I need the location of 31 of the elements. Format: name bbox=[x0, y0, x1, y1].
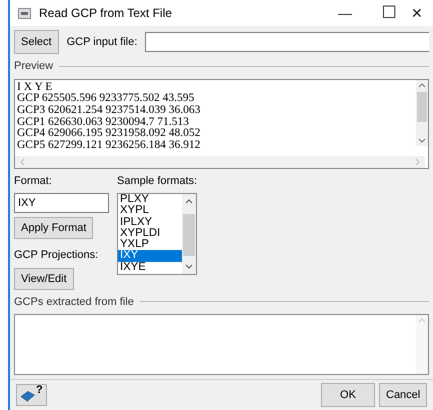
scrollbar[interactable] bbox=[15, 156, 425, 168]
book-icon bbox=[20, 388, 36, 402]
help-button[interactable]: ? bbox=[16, 384, 47, 406]
projections-label: GCP Projections: bbox=[14, 248, 100, 263]
scrollbar[interactable] bbox=[182, 194, 196, 274]
view-edit-button[interactable]: View/Edit bbox=[14, 268, 74, 290]
list-item[interactable]: YXLP bbox=[118, 239, 182, 250]
input-file-field[interactable] bbox=[145, 32, 429, 52]
cancel-button[interactable]: Cancel bbox=[379, 383, 427, 407]
group-label: Preview bbox=[14, 59, 54, 74]
format-label: Format: bbox=[14, 174, 53, 188]
select-button[interactable]: Select bbox=[14, 30, 59, 54]
list-item[interactable]: IXYE bbox=[118, 262, 182, 274]
apply-format-button[interactable]: Apply Format bbox=[14, 217, 94, 239]
input-file-label: GCP input file: bbox=[66, 34, 138, 50]
format-field[interactable]: IXY bbox=[14, 193, 109, 213]
list-item[interactable]: PLXY bbox=[118, 194, 182, 206]
close-button[interactable]: ✕ bbox=[411, 0, 433, 26]
scrollbar[interactable] bbox=[416, 315, 428, 374]
preview-text: I X Y E GCP 625505.596 9233775.502 43.595 GCP3 620621.254 9237514.039 36.063 GCP1 626630.063 9230094.7 71.513 GCP4 629066.195 9231958.092 48.052 GCP5 627299.121 9236256.184 36.912 bbox=[16, 80, 202, 154]
ok-button[interactable]: OK bbox=[321, 383, 375, 407]
list-item[interactable]: XYPL bbox=[118, 205, 182, 217]
list-item[interactable]: XYPLDI bbox=[118, 228, 182, 240]
maximize-button[interactable]: ☐ bbox=[367, 0, 411, 26]
window-title: Read GCP from Text File bbox=[39, 5, 172, 22]
sample-formats-label: Sample formats: bbox=[117, 174, 198, 188]
list-item[interactable]: IPLXY bbox=[118, 216, 182, 228]
group-label: GCPs extracted from file bbox=[14, 294, 134, 310]
app-icon bbox=[18, 8, 31, 18]
minimize-button[interactable]: — bbox=[323, 0, 367, 26]
list-item[interactable]: IXY bbox=[118, 250, 182, 262]
